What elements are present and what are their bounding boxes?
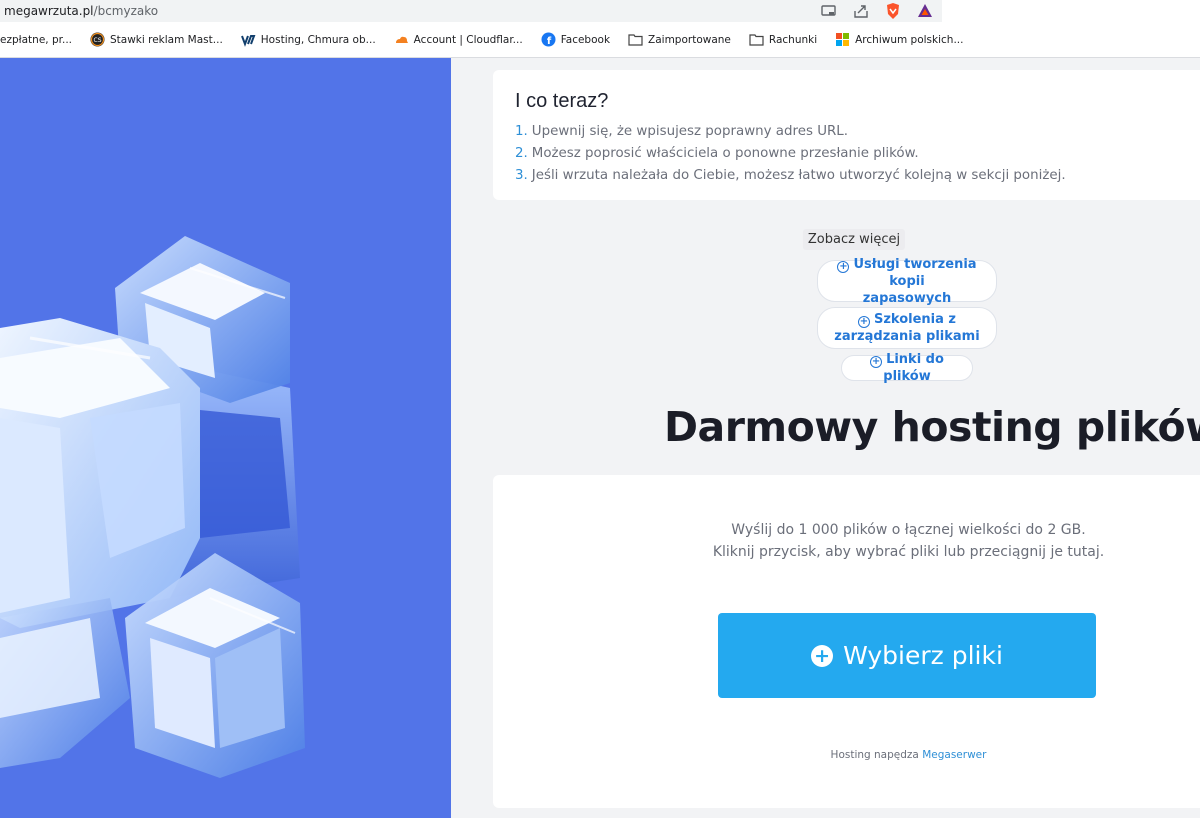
plus-circle-icon: +	[811, 644, 834, 667]
upload-instructions: Wyślij do 1 000 plików o łącznej wielkoś…	[712, 522, 1105, 560]
megaserwer-link[interactable]: Megaserwer	[922, 749, 986, 761]
brave-rewards-icon[interactable]	[916, 2, 934, 20]
file-management-training-link[interactable]: + Szkolenia z zarządzania plikami	[817, 307, 997, 349]
list-item: 2. Możesz poprosić właściciela o ponowne …	[515, 146, 919, 161]
address-bar[interactable]: megawrzuta.pl/bcmyzako	[0, 0, 942, 22]
tips-list: 1. Upewnij się, że wpisujesz poprawny adr…	[515, 121, 1178, 187]
backup-services-link[interactable]: + Usługi tworzenia kopii zapasowych	[817, 257, 997, 306]
cs-badge-icon: CS	[90, 32, 105, 47]
tab-strip-space	[942, 0, 1200, 22]
bookmark-folder[interactable]: Rachunki	[749, 32, 817, 47]
cast-icon[interactable]	[820, 2, 838, 20]
info-title: I co teraz?	[515, 90, 609, 112]
url-field[interactable]: megawrzuta.pl/bcmyzako	[0, 4, 158, 18]
list-item: 1. Upewnij się, że wpisujesz poprawny adr…	[515, 124, 849, 139]
bookmark-folder[interactable]: Zaimportowane	[628, 32, 731, 47]
windows-logo-icon	[835, 32, 850, 47]
choose-files-button[interactable]: + Wybierz pliki	[718, 613, 1096, 698]
ovh-logo-icon	[240, 32, 256, 47]
bookmark-item[interactable]: Hosting, Chmura ob...	[240, 32, 376, 47]
plus-circle-icon: +	[870, 356, 883, 368]
bookmark-item[interactable]: ezpłatne, pr...	[0, 34, 72, 46]
bookmark-item[interactable]: Account | Cloudflar...	[394, 32, 523, 47]
facebook-icon: f	[541, 32, 556, 47]
plus-circle-icon: +	[837, 260, 850, 273]
share-icon[interactable]	[852, 2, 870, 20]
main-content: I co teraz? 1. Upewnij się, że wpisujesz …	[451, 58, 1200, 818]
hero-illustration	[0, 58, 451, 818]
cloudflare-icon	[394, 32, 409, 47]
svg-text:f: f	[547, 36, 552, 47]
url-host: megawrzuta.pl	[4, 4, 94, 18]
info-card: I co teraz? 1. Upewnij się, że wpisujesz …	[493, 70, 1200, 200]
url-path: /bcmyzako	[93, 4, 159, 18]
list-item: 3. Jeśli wrzuta należała do Ciebie, możes…	[515, 168, 1066, 183]
hosting-credit: Hosting napędza Megaserwer	[830, 749, 987, 761]
glass-cubes-image	[0, 236, 305, 778]
brave-shield-icon[interactable]	[884, 2, 902, 20]
svg-text:CS: CS	[94, 37, 102, 44]
bookmark-item[interactable]: f Facebook	[541, 32, 610, 47]
bookmark-item[interactable]: CS Stawki reklam Mast...	[90, 32, 223, 47]
file-links-link[interactable]: + Linki do plików	[841, 352, 973, 384]
page-headline: Darmowy hosting plików.	[664, 403, 1200, 451]
plus-circle-icon: +	[857, 316, 870, 328]
see-more-label: Zobacz więcej	[802, 229, 906, 250]
bookmarks-bar: ezpłatne, pr... CS Stawki reklam Mast...…	[0, 22, 1200, 58]
upload-dropzone[interactable]: Wyślij do 1 000 plików o łącznej wielkoś…	[493, 475, 1200, 808]
folder-icon	[628, 32, 643, 47]
folder-icon	[749, 32, 764, 47]
bookmark-item[interactable]: Archiwum polskich...	[835, 32, 963, 47]
